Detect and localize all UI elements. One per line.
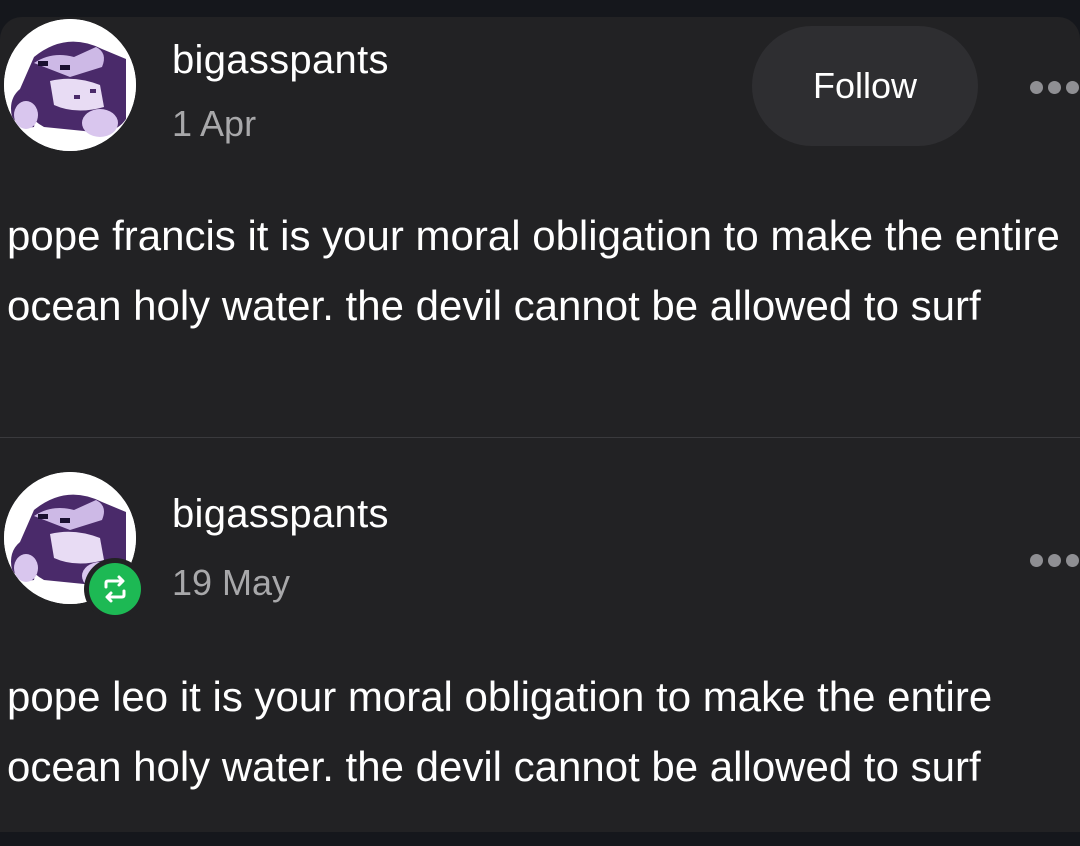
more-icon-dot: [1048, 554, 1061, 567]
post-date: 19 May: [172, 562, 291, 603]
post-date: 1 Apr: [172, 103, 257, 144]
more-icon-dot: [1066, 81, 1079, 94]
post-body: pope leo it is your moral obligation to …: [7, 673, 993, 790]
bottom-edge: [0, 832, 1080, 846]
snorlax-avatar-icon: [4, 19, 136, 151]
more-options-button[interactable]: [1022, 73, 1080, 103]
more-options-button[interactable]: [1022, 546, 1080, 576]
post-thread-card: bigasspants 1 Apr Follow pope francis it…: [0, 17, 1080, 832]
reblog-icon: [104, 575, 126, 603]
post-body: pope francis it is your moral obligation…: [7, 212, 1060, 329]
follow-button[interactable]: Follow: [752, 26, 978, 146]
original-post: bigasspants 1 Apr Follow pope francis it…: [0, 17, 1080, 437]
reblog-badge: [84, 558, 146, 620]
more-icon-dot: [1066, 554, 1079, 567]
more-icon: [1030, 81, 1043, 94]
more-icon-dot: [1048, 81, 1061, 94]
more-icon: [1030, 554, 1043, 567]
reblog-post: bigasspants 19 May pope leo it is your m…: [0, 438, 1080, 832]
username[interactable]: bigasspants: [172, 492, 389, 537]
avatar[interactable]: [4, 19, 136, 151]
username[interactable]: bigasspants: [172, 38, 389, 83]
